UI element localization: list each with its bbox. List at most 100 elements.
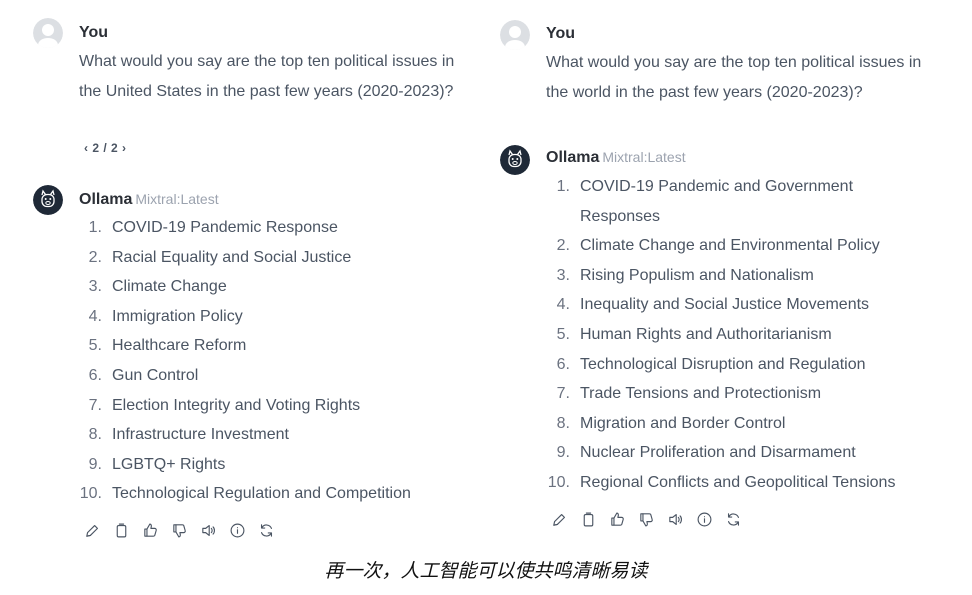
list-item: 3. Rising Populism and Nationalism (557, 261, 910, 291)
list-item: 6. Technological Disruption and Regulatio… (557, 350, 910, 380)
list-item-text: Technological Regulation and Competition (112, 485, 411, 503)
list-item: 9. LGBTQ+ Rights (89, 450, 472, 480)
list-item-text: Gun Control (112, 366, 199, 384)
list-item: 10. Technological Regulation and Competit… (80, 479, 472, 509)
list-item-text: Regional Conflicts and Geopolitical Tens… (580, 473, 896, 491)
regenerate-button[interactable] (256, 520, 276, 540)
list-item: 6. Gun Control (89, 361, 472, 391)
list-item-number: 8. (556, 414, 570, 432)
list-item: 2. Racial Equality and Social Justice (89, 243, 472, 273)
list-item: 1. COVID-19 Pandemic and Government Respo… (557, 172, 910, 231)
thumbs-down-icon (172, 523, 186, 537)
model-label: Mixtral:Latest (602, 149, 686, 165)
list-item-number: 6. (556, 355, 570, 373)
answer-list: 1. COVID-19 Pandemic Response 2. Racial Equ… (80, 213, 472, 509)
info-button[interactable] (227, 520, 247, 540)
list-item-number: 8. (88, 426, 102, 444)
list-item-number: 9. (88, 455, 102, 473)
copy-icon (583, 512, 593, 526)
info-icon (697, 512, 711, 526)
speaker-button[interactable] (198, 520, 218, 540)
list-item: 2. Climate Change and Environmental Polic… (557, 231, 910, 261)
list-item-number: 9. (556, 444, 570, 462)
edit-button[interactable] (549, 509, 569, 529)
user-prompt: What would you say are the top ten polit… (546, 54, 922, 101)
list-item: 7. Trade Tensions and Protectionism (557, 379, 910, 409)
list-item: 7. Election Integrity and Voting Rights (89, 391, 472, 421)
assistant-name: Ollama Mixtral:Latest (546, 149, 686, 167)
thumbs-up-button[interactable] (607, 509, 627, 529)
list-item-number: 10. (79, 485, 102, 503)
list-item-text: COVID-19 Pandemic and Government Respons… (580, 178, 854, 225)
info-button[interactable] (694, 509, 714, 529)
thumbs-up-icon (143, 523, 157, 537)
list-item-number: 2. (556, 237, 570, 255)
list-item-text: Climate Change (112, 278, 227, 296)
list-item: 1. COVID-19 Pandemic Response (89, 213, 472, 243)
list-item-number: 2. (88, 248, 102, 266)
assistant-name: Ollama Mixtral:Latest (79, 191, 219, 209)
list-item-text: Nuclear Proliferation and Disarmament (580, 444, 856, 462)
list-item: 8. Infrastructure Investment (89, 420, 472, 450)
list-item-number: 10. (547, 473, 570, 491)
copy-icon (116, 523, 126, 537)
list-item-number: 7. (556, 385, 570, 403)
user-avatar (500, 20, 530, 50)
list-item: 8. Migration and Border Control (557, 409, 910, 439)
edit-icon (552, 513, 565, 526)
video-subtitle: 再一次，人工智能可以使共鸣清晰易读 (324, 560, 648, 582)
speaker-button[interactable] (665, 509, 685, 529)
list-item-number: 1. (88, 219, 102, 236)
user-prompt: What would you say are the top ten polit… (79, 53, 455, 100)
edit-button[interactable] (82, 520, 102, 540)
thumbs-up-icon (610, 512, 624, 526)
list-item-number: 5. (88, 337, 102, 355)
pager-label: 2 / 2 (92, 141, 119, 155)
list-item: 4. Inequality and Social Justice Movement… (557, 290, 910, 320)
thumbs-up-button[interactable] (140, 520, 160, 540)
list-item-text: Healthcare Reform (112, 337, 247, 355)
edit-icon (85, 524, 98, 537)
list-item-text: Climate Change and Environmental Policy (580, 237, 880, 255)
list-item: 3. Climate Change (89, 272, 472, 302)
list-item-text: Technological Disruption and Regulation (580, 355, 866, 373)
pager-prev-button[interactable]: ‹ (84, 141, 89, 155)
list-item-number: 6. (88, 366, 102, 384)
message-actions (82, 520, 276, 540)
assistant-name-label: Ollama (546, 149, 600, 166)
pager-next-button[interactable]: › (122, 141, 127, 155)
thumbs-down-icon (639, 512, 653, 526)
list-item-text: Rising Populism and Nationalism (580, 266, 814, 284)
list-item: 5. Healthcare Reform (89, 331, 472, 361)
message-actions (549, 509, 743, 529)
list-item-text: Infrastructure Investment (112, 426, 289, 444)
list-item: 10. Regional Conflicts and Geopolitical T… (548, 468, 910, 498)
list-item-number: 7. (88, 396, 102, 414)
copy-button[interactable] (578, 509, 598, 529)
list-item-number: 3. (88, 278, 102, 296)
list-item-text: Human Rights and Authoritarianism (580, 325, 832, 343)
list-item-text: Trade Tensions and Protectionism (580, 385, 822, 403)
model-label: Mixtral:Latest (135, 191, 219, 207)
speaker-icon (668, 513, 682, 525)
thumbs-down-button[interactable] (636, 509, 656, 529)
list-item-text: Racial Equality and Social Justice (112, 248, 352, 266)
info-icon (230, 523, 244, 537)
assistant-name-label: Ollama (79, 191, 133, 208)
response-pager: ‹ 2 / 2 › (84, 141, 127, 155)
list-item-text: Migration and Border Control (580, 414, 786, 432)
thumbs-down-button[interactable] (169, 520, 189, 540)
list-item-number: 1. (556, 178, 570, 195)
list-item-text: Inequality and Social Justice Movements (580, 296, 870, 314)
list-item: 9. Nuclear Proliferation and Disarmament (557, 438, 910, 468)
answer-list: 1. COVID-19 Pandemic and Government Respo… (548, 172, 910, 498)
regenerate-icon (727, 512, 739, 526)
list-item: 4. Immigration Policy (89, 302, 472, 332)
user-name: You (546, 25, 576, 42)
user-avatar (33, 18, 63, 48)
copy-button[interactable] (111, 520, 131, 540)
list-item-text: Election Integrity and Voting Rights (112, 396, 361, 414)
regenerate-icon (260, 523, 272, 537)
regenerate-button[interactable] (723, 509, 743, 529)
speaker-icon (201, 524, 215, 536)
